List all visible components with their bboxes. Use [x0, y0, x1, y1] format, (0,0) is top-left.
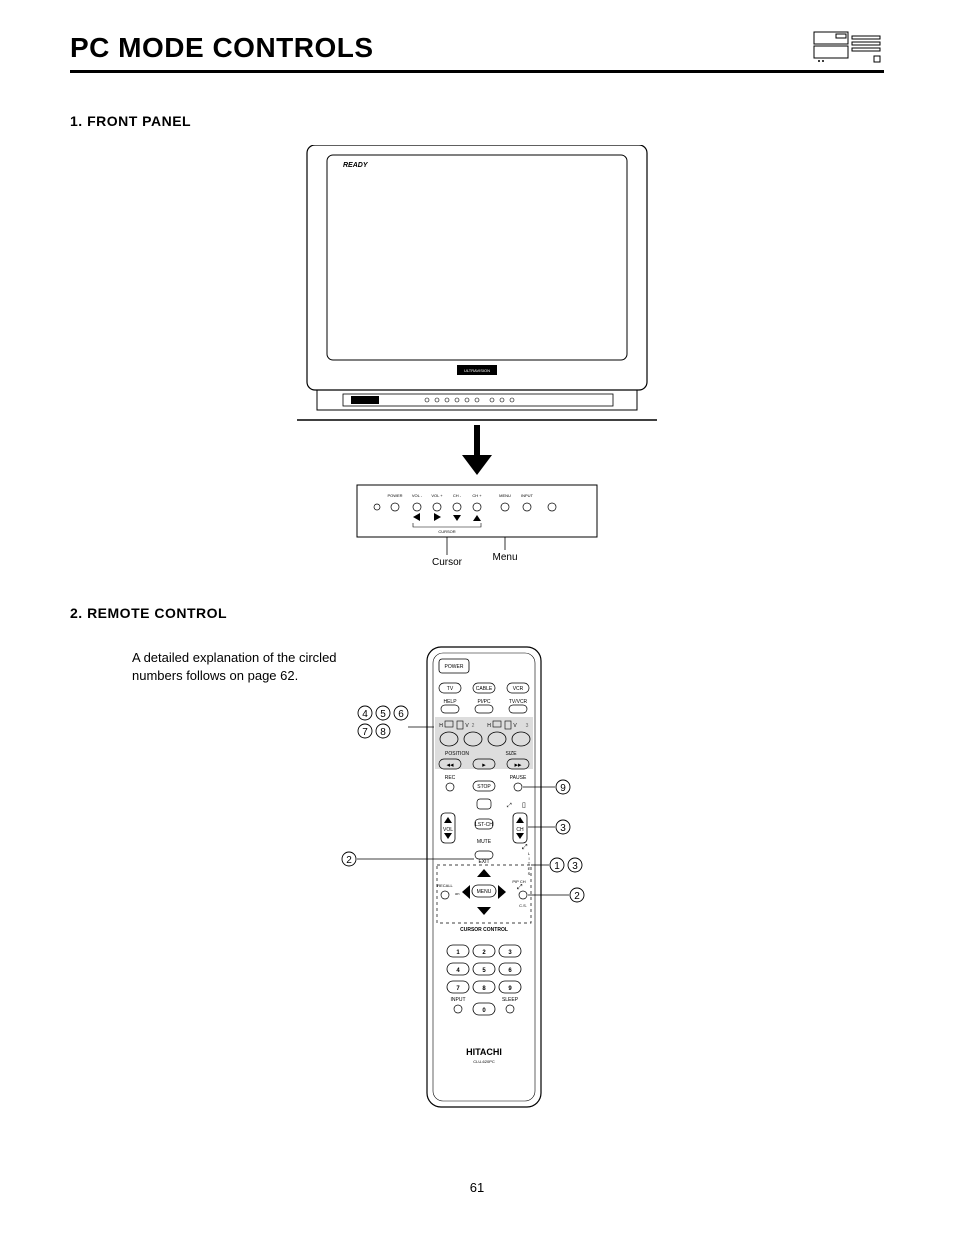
callout-2-left: 2: [346, 855, 352, 866]
remote-exit-label: EXIT: [478, 859, 489, 865]
remote-model: CLU-620PC: [473, 1059, 495, 1064]
svg-text:5: 5: [380, 709, 386, 720]
callout-3-lites: 3: [572, 861, 578, 872]
remote-tvvcr-label: TV/VCR: [509, 699, 528, 705]
svg-text:⤢: ⤢: [522, 844, 528, 851]
remote-cursor-control-label: CURSOR CONTROL: [460, 927, 508, 933]
callout-cluster-left: 4 5 6 7 8: [358, 706, 408, 738]
page-title: PC MODE CONTROLS: [70, 32, 374, 64]
remote-ch-label: CH: [516, 827, 524, 833]
panel-power-label: POWER: [387, 493, 402, 498]
callout-menu: Menu: [492, 552, 517, 563]
front-panel-heading: 1. FRONT PANEL: [70, 113, 884, 129]
remote-key-8: 8: [482, 986, 486, 992]
panel-vol-minus-label: VOL ‑: [412, 493, 423, 498]
remote-on-label: on: [455, 891, 459, 896]
remote-key-7: 7: [456, 986, 460, 992]
panel-menu-label: MENU: [499, 493, 511, 498]
remote-sleep-label: SLEEP: [502, 997, 519, 1003]
svg-text:3: 3: [526, 723, 529, 729]
remote-menu-label: MENU: [477, 889, 492, 895]
remote-key-5: 5: [482, 968, 486, 974]
remote-tv-label: TV: [447, 686, 454, 692]
remote-pipc-label: PI/PC: [477, 699, 490, 705]
remote-lites-label: LITES: [528, 851, 531, 876]
panel-vol-plus-label: VOL +: [431, 493, 443, 498]
front-panel-figure: READY ULTRAVISION: [70, 145, 884, 565]
remote-help-label: HELP: [443, 699, 457, 705]
svg-text:▸▸: ▸▸: [514, 762, 522, 769]
remote-cs-label: C.S.: [519, 903, 527, 908]
remote-lstch-label: LST-CH: [475, 822, 493, 828]
remote-brand: HITACHI: [466, 1047, 502, 1057]
remote-figure: POWER TV CABLE VCR HELP PI/PC TV/VCR: [70, 637, 884, 1127]
remote-input-label: INPUT: [451, 997, 466, 1003]
svg-text:4: 4: [362, 709, 368, 720]
callout-cursor: Cursor: [432, 557, 463, 565]
callout-3-ch: 3: [560, 823, 566, 834]
remote-rec-label: REC: [445, 775, 456, 781]
svg-text:▯: ▯: [522, 802, 526, 809]
remote-vcr-label: VCR: [513, 686, 524, 692]
tv-brand-text: ULTRAVISION: [464, 368, 490, 373]
page-number: 61: [0, 1180, 954, 1195]
svg-text:▸: ▸: [482, 762, 486, 769]
panel-input-label: INPUT: [521, 493, 534, 498]
tv-ready-label: READY: [343, 162, 369, 169]
remote-key-9: 9: [508, 986, 512, 992]
svg-text:⤢: ⤢: [517, 884, 523, 891]
arrow-down-icon: [474, 425, 480, 455]
callout-1: 1: [554, 861, 560, 872]
remote-stop-label: STOP: [477, 784, 491, 790]
remote-key-4: 4: [456, 968, 460, 974]
remote-key-6: 6: [508, 968, 512, 974]
remote-size-label: SIZE: [505, 751, 517, 757]
remote-cable-label: CABLE: [476, 686, 493, 692]
remote-position-label: POSITION: [445, 751, 469, 757]
remote-key-3: 3: [508, 950, 512, 956]
remote-recall-label: RECALL: [437, 883, 453, 888]
remote-key-0: 0: [482, 1008, 486, 1014]
svg-text:6: 6: [398, 709, 404, 720]
remote-intro-text: A detailed explanation of the circled nu…: [132, 649, 372, 684]
callout-2-right: 2: [574, 891, 580, 902]
callout-9: 9: [560, 783, 566, 794]
panel-ch-plus-label: CH +: [472, 493, 482, 498]
remote-mute-label: MUTE: [477, 839, 492, 845]
manual-page-icon: [812, 30, 884, 64]
svg-text:⤢: ⤢: [507, 802, 512, 809]
svg-text:7: 7: [362, 727, 368, 738]
svg-text:8: 8: [380, 727, 386, 738]
remote-control-heading: 2. REMOTE CONTROL: [70, 605, 884, 621]
remote-key-2: 2: [482, 950, 486, 956]
tv-brand-small: [351, 396, 379, 404]
svg-text:2: 2: [472, 723, 475, 729]
remote-key-1: 1: [456, 950, 460, 956]
svg-text:◂◂: ◂◂: [446, 762, 454, 769]
remote-vol-label: VOL: [443, 827, 453, 833]
remote-power-label: POWER: [445, 664, 464, 670]
panel-power-led: [391, 503, 399, 511]
panel-ch-minus-label: CH ‑: [453, 493, 462, 498]
remote-h-label-2: H: [487, 723, 491, 729]
panel-cursor-bracket-label: CURSOR: [438, 529, 455, 534]
remote-pause-label: PAUSE: [510, 775, 527, 781]
remote-h-label-1: H: [439, 723, 443, 729]
